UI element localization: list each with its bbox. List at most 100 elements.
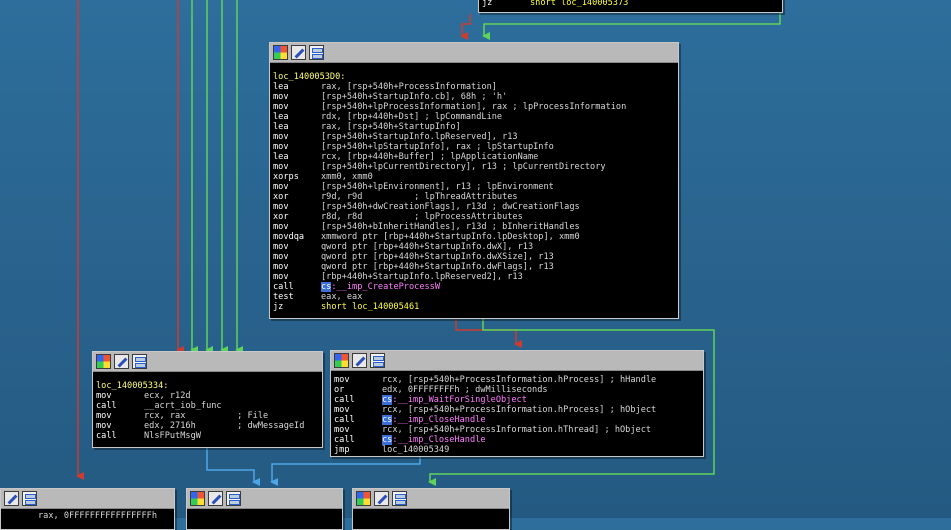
instruction-operands: rax, 0FFFFFFFFFFFFFFFFh [38,511,157,521]
mnemonic: mov [273,162,289,172]
instruction-line[interactable]: or edx, 0FFFFFFFFh ; dwMilliseconds [334,385,699,395]
main-code-block[interactable]: loc_1400053D0: lea rax, [rsp+540h+Process… [269,42,679,319]
edit-icon[interactable] [114,354,129,369]
instruction-line[interactable]: movdqa xmmword ptr [rbp+440h+StartupInfo.… [273,232,674,242]
instruction-line[interactable]: call NlsFPutMsgW [96,431,318,441]
instruction-line[interactable]: test eax, eax [273,292,674,302]
instruction-line[interactable]: mov [rsp+540h+StartupInfo.cb], 68h ; 'h' [273,92,674,102]
color-icon[interactable] [356,491,371,506]
cs-prefix[interactable]: cs [382,395,393,405]
right-code-block[interactable]: mov rcx, [rsp+540h+ProcessInformation.hPr… [330,350,704,457]
block-label[interactable]: loc_1400053D0: [273,72,345,82]
operands: rdx, [rbp+440h+Dst] ; lpCommandLine [321,112,503,122]
graph-icon[interactable] [132,354,147,369]
instruction-line[interactable]: lea rax, [rsp+540h+ProcessInformation] [273,82,674,92]
jump-target[interactable]: short loc_140005461 [321,302,419,312]
instruction-line[interactable]: mov [rsp+540h+StartupInfo.lpReserved], r1… [273,132,674,142]
instruction-line[interactable]: mov [rsp+540h+lpEnvironment], r13 ; lpEnv… [273,182,674,192]
graph-icon[interactable] [392,491,407,506]
mnemonic: mov [96,411,112,421]
mnemonic: or [334,385,345,395]
cs-prefix[interactable]: cs [382,415,393,425]
operands: [rsp+540h+StartupInfo.cb], 68h ; 'h' [321,92,508,102]
node-titlebar [353,489,509,509]
cs-prefix[interactable]: cs [321,282,332,292]
operands: [rsp+540h+bInheritHandles], r13d ; bInhe… [321,222,580,232]
graph-icon[interactable] [309,45,324,60]
instruction-line[interactable]: mov ecx, r12d [96,391,318,401]
graph-icon[interactable] [370,353,385,368]
instruction-line[interactable]: mov rcx, [rsp+540h+ProcessInformation.hPr… [334,375,699,385]
instruction-line[interactable]: mov [rsp+540h+lpStartupInfo], rax ; lpSta… [273,142,674,152]
edit-icon[interactable] [4,491,19,506]
operands: rcx, [rsp+540h+ProcessInformation.hProce… [382,375,657,385]
node-titlebar [187,489,342,509]
color-icon[interactable] [190,491,205,506]
edge-blue-left-to-bottom [206,447,260,486]
import-symbol[interactable]: :__imp_CreateProcessW [331,282,440,292]
mnemonic: lea [273,82,289,92]
operands: rax, [rsp+540h+StartupInfo] [321,122,461,132]
operands: rax, [rsp+540h+ProcessInformation] [321,82,497,92]
edit-icon[interactable] [291,45,306,60]
mnemonic: call [334,415,355,425]
operands: qword ptr [rbp+440h+StartupInfo.dwX], r1… [321,242,534,252]
operands: [rsp+540h+StartupInfo.lpReserved], r13 [321,132,518,142]
bottom-left-block[interactable]: rax, 0FFFFFFFFFFFFFFFFh [0,488,175,530]
operands: NlsFPutMsgW [144,431,201,441]
edit-icon[interactable] [352,353,367,368]
left-code-block[interactable]: loc_140005334: mov ecx, r12d call __acrt_io… [92,351,323,448]
mnemonic: call [273,282,294,292]
instruction-line[interactable]: mov [rsp+540h+bInheritHandles], r13d ; bI… [273,222,674,232]
instruction-line[interactable]: xor r8d, r8d ; lpProcessAttributes [273,212,674,222]
operands: [rsp+540h+lpCurrentDirectory], r13 ; lpC… [321,162,606,172]
instruction-line[interactable]: xorps xmm0, xmm0 [273,172,674,182]
block-label[interactable]: loc_140005334: [96,381,168,391]
node-titlebar [270,43,678,63]
instruction-line[interactable]: call __acrt_iob_func [96,401,318,411]
mnemonic: mov [273,202,289,212]
color-icon[interactable] [334,353,349,368]
node-titlebar [93,352,322,372]
graph-icon[interactable] [22,491,37,506]
instruction-line[interactable]: lea rcx, [rbp+440h+Buffer] ; lpApplicatio… [273,152,674,162]
instruction-line[interactable]: call cs:__imp_CloseHandle [334,415,699,425]
mnemonic: mov [273,272,289,282]
instruction-line[interactable]: call cs:__imp_CloseHandle [334,435,699,445]
operands: [rbp+440h+StartupInfo.lpReserved2], r13 [321,272,523,282]
instruction-line[interactable]: mov rcx, rax ; File [96,411,318,421]
edge-blue-right-to-bottom [270,456,421,486]
color-icon[interactable] [273,45,288,60]
instruction-line[interactable]: mov [rbp+440h+StartupInfo.lpReserved2], r… [273,272,674,282]
instruction-line[interactable]: mov qword ptr [rbp+440h+StartupInfo.dwFla… [273,262,674,272]
instruction-line[interactable]: mov qword ptr [rbp+440h+StartupInfo.dwX],… [273,242,674,252]
top-fragment-block[interactable]: jz short loc_140005373 [478,0,783,13]
edit-icon[interactable] [374,491,389,506]
operands: __acrt_iob_func [144,401,222,411]
instruction-line[interactable]: xor r9d, r9d ; lpThreadAttributes [273,192,674,202]
instruction-line[interactable]: jz short loc_140005461 [273,302,674,312]
call-line[interactable]: call cs:__imp_CreateProcessW [273,282,674,292]
mnemonic: mov [273,222,289,232]
edit-icon[interactable] [208,491,223,506]
instruction-line[interactable]: mov [rsp+540h+dwCreationFlags], r13d ; dw… [273,202,674,212]
instruction-line[interactable]: mov [rsp+540h+lpCurrentDirectory], r13 ; … [273,162,674,172]
instruction-line[interactable]: mov qword ptr [rbp+440h+StartupInfo.dwXSi… [273,252,674,262]
edge-red-into-main [460,14,471,40]
instruction-line[interactable]: jmp loc_140005349 [334,445,699,455]
mnemonic: mov [273,132,289,142]
mnemonic: mov [334,425,350,435]
bottom-right-block[interactable] [352,488,510,530]
instruction-line[interactable]: mov rcx, [rsp+540h+ProcessInformation.hPr… [334,405,699,415]
instruction-line[interactable]: call cs:__imp_WaitForSingleObject [334,395,699,405]
graph-icon[interactable] [226,491,241,506]
cs-prefix[interactable]: cs [382,435,393,445]
instruction-line[interactable]: mov edx, 2716h ; dwMessageId [96,421,318,431]
mnemonic: mov [96,421,112,431]
instruction-line[interactable]: lea rdx, [rbp+440h+Dst] ; lpCommandLine [273,112,674,122]
instruction-line[interactable]: mov rcx, [rsp+540h+ProcessInformation.hTh… [334,425,699,435]
instruction-line[interactable]: lea rax, [rsp+540h+StartupInfo] [273,122,674,132]
instruction-line[interactable]: mov [rsp+540h+lpProcessInformation], rax … [273,102,674,112]
bottom-middle-block[interactable] [186,488,343,530]
color-icon[interactable] [96,354,111,369]
